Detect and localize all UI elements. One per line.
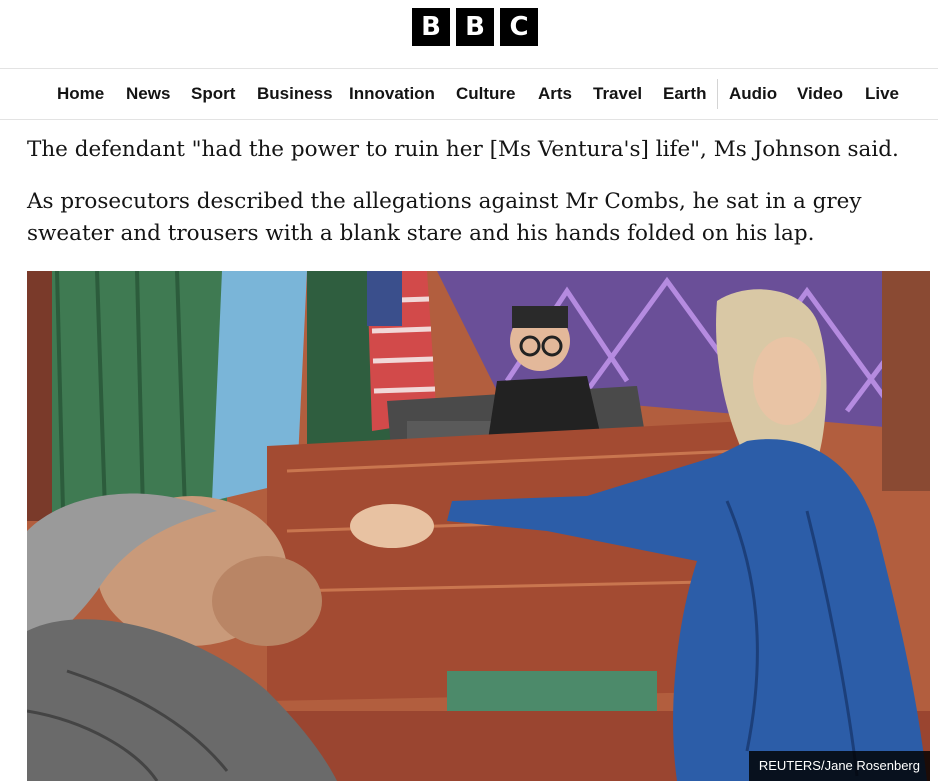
logo-block-c: C [500,8,538,46]
nav-item-audio[interactable]: Audio [729,69,777,119]
nav-item-arts[interactable]: Arts [538,69,572,119]
nav-item-innovation[interactable]: Innovation [349,69,435,119]
logo-block-b2: B [456,8,494,46]
nav-item-live[interactable]: Live [865,69,899,119]
nav-item-earth[interactable]: Earth [663,69,706,119]
bbc-logo[interactable]: B B C [412,8,538,46]
courtroom-sketch-image: REUTERS/Jane Rosenberg [27,271,930,781]
nav-item-culture[interactable]: Culture [456,69,516,119]
nav-item-travel[interactable]: Travel [593,69,642,119]
article-paragraph: The defendant "had the power to ruin her… [27,137,899,162]
sketch-illustration [27,271,930,781]
masthead: B B C [0,0,938,68]
nav-item-sport[interactable]: Sport [191,69,235,119]
image-credit: REUTERS/Jane Rosenberg [748,751,930,781]
nav-item-news[interactable]: News [126,69,170,119]
nav-item-business[interactable]: Business [257,69,333,119]
nav-item-video[interactable]: Video [797,69,843,119]
logo-block-b1: B [412,8,450,46]
article-paragraph: As prosecutors described the allegations… [27,189,862,246]
main-nav: Home News Sport Business Innovation Cult… [0,68,938,120]
nav-divider [717,79,718,109]
nav-item-home[interactable]: Home [57,69,104,119]
